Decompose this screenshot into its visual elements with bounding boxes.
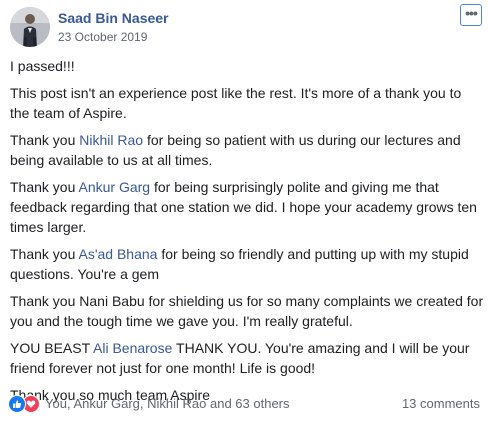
ellipsis-icon: ••• (465, 4, 478, 21)
comments-count-link[interactable]: 13 comments (402, 394, 480, 414)
like-icon (8, 395, 26, 413)
post-options-button[interactable]: ••• (460, 4, 482, 26)
post-card: Saad Bin Naseer 23 October 2019 ••• I pa… (0, 0, 489, 428)
profile-photo (10, 7, 50, 47)
text: Thank you (10, 179, 79, 195)
post-body: I passed!!! This post isn't an experienc… (10, 56, 484, 412)
tag-nikhil-rao[interactable]: Nikhil Rao (79, 132, 143, 148)
paragraph: YOU BEAST Ali Benarose THANK YOU. You're… (10, 338, 484, 378)
author-name[interactable]: Saad Bin Naseer (58, 9, 169, 27)
paragraph: I passed!!! (10, 58, 75, 74)
paragraph: Thank you As'ad Bhana for being so frien… (10, 244, 484, 284)
tag-asad-bhana[interactable]: As'ad Bhana (79, 246, 158, 262)
paragraph: Thank you Nani Babu for shielding us for… (10, 293, 484, 329)
text: YOU BEAST (10, 340, 93, 356)
paragraph: This post isn't an experience post like … (10, 85, 462, 121)
paragraph: Thank you Ankur Garg for being surprisin… (10, 177, 484, 237)
tag-ankur-garg[interactable]: Ankur Garg (79, 179, 151, 195)
post-date[interactable]: 23 October 2019 (58, 30, 147, 44)
text: Thank you (10, 132, 80, 148)
tag-ali-benarose[interactable]: Ali Benarose (93, 340, 172, 356)
post-footer: You, Ankur Garg, Nikhil Rao and 63 other… (8, 394, 482, 414)
paragraph: Thank you Nikhil Rao for being so patien… (10, 130, 484, 170)
avatar[interactable] (10, 7, 50, 47)
reactions-text: You, Ankur Garg, Nikhil Rao and 63 other… (45, 396, 290, 411)
post-header: Saad Bin Naseer 23 October 2019 ••• (10, 4, 482, 49)
reactions-summary[interactable]: You, Ankur Garg, Nikhil Rao and 63 other… (8, 394, 290, 414)
text: Thank you (10, 246, 79, 262)
